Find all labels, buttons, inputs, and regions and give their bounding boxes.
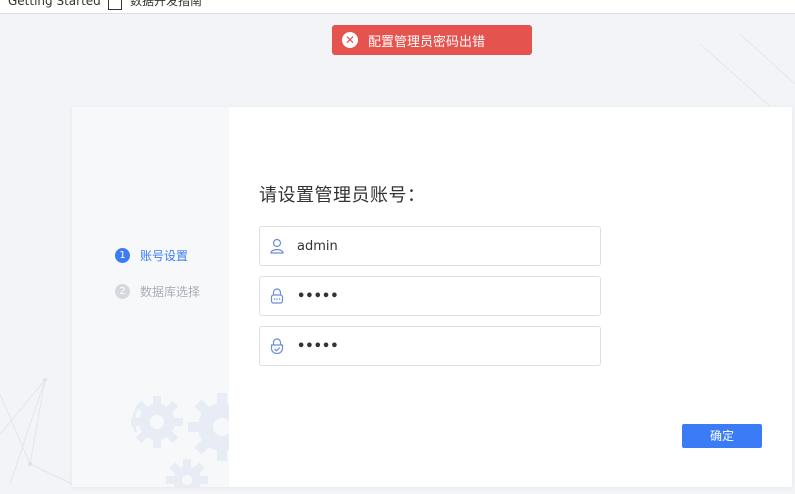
step-label: 账号设置 bbox=[140, 249, 189, 263]
step-account-settings[interactable]: 1 账号设置 bbox=[115, 247, 188, 264]
gears-illustration-icon bbox=[131, 393, 229, 487]
close-circle-icon[interactable]: ✕ bbox=[342, 32, 358, 48]
step-number: 1 bbox=[115, 248, 130, 263]
step-label: 数据库选择 bbox=[140, 285, 201, 299]
password-field[interactable]: ••••• bbox=[259, 276, 601, 316]
steps-panel: 1 账号设置 2 数据库选择 bbox=[72, 107, 229, 487]
error-toast: ✕ 配置管理员密码出错 bbox=[332, 25, 532, 55]
confirm-button[interactable]: 确定 bbox=[682, 424, 762, 448]
lock-icon bbox=[270, 288, 284, 304]
password-value: ••••• bbox=[297, 288, 339, 304]
bookmark-getting-started[interactable]: Getting Started bbox=[8, 0, 101, 8]
bookmark-data-guide[interactable]: 数据开发指南 bbox=[130, 0, 202, 8]
bookmarks-bar: Getting Started 数据开发指南 bbox=[0, 0, 795, 14]
username-value: admin bbox=[297, 238, 338, 254]
step-database-selection[interactable]: 2 数据库选择 bbox=[115, 283, 200, 300]
confirm-password-value: ••••• bbox=[297, 338, 339, 354]
shield-lock-icon bbox=[270, 338, 284, 354]
bookmark-page-icon bbox=[108, 0, 122, 10]
setup-card: 1 账号设置 2 数据库选择 请设置管理员账号： admin ••••• •••… bbox=[72, 107, 792, 487]
step-number: 2 bbox=[115, 284, 130, 299]
confirm-password-field[interactable]: ••••• bbox=[259, 326, 601, 366]
user-icon bbox=[270, 238, 284, 254]
username-field[interactable]: admin bbox=[259, 226, 601, 266]
error-message: 配置管理员密码出错 bbox=[368, 34, 486, 50]
form-title: 请设置管理员账号： bbox=[259, 185, 426, 206]
